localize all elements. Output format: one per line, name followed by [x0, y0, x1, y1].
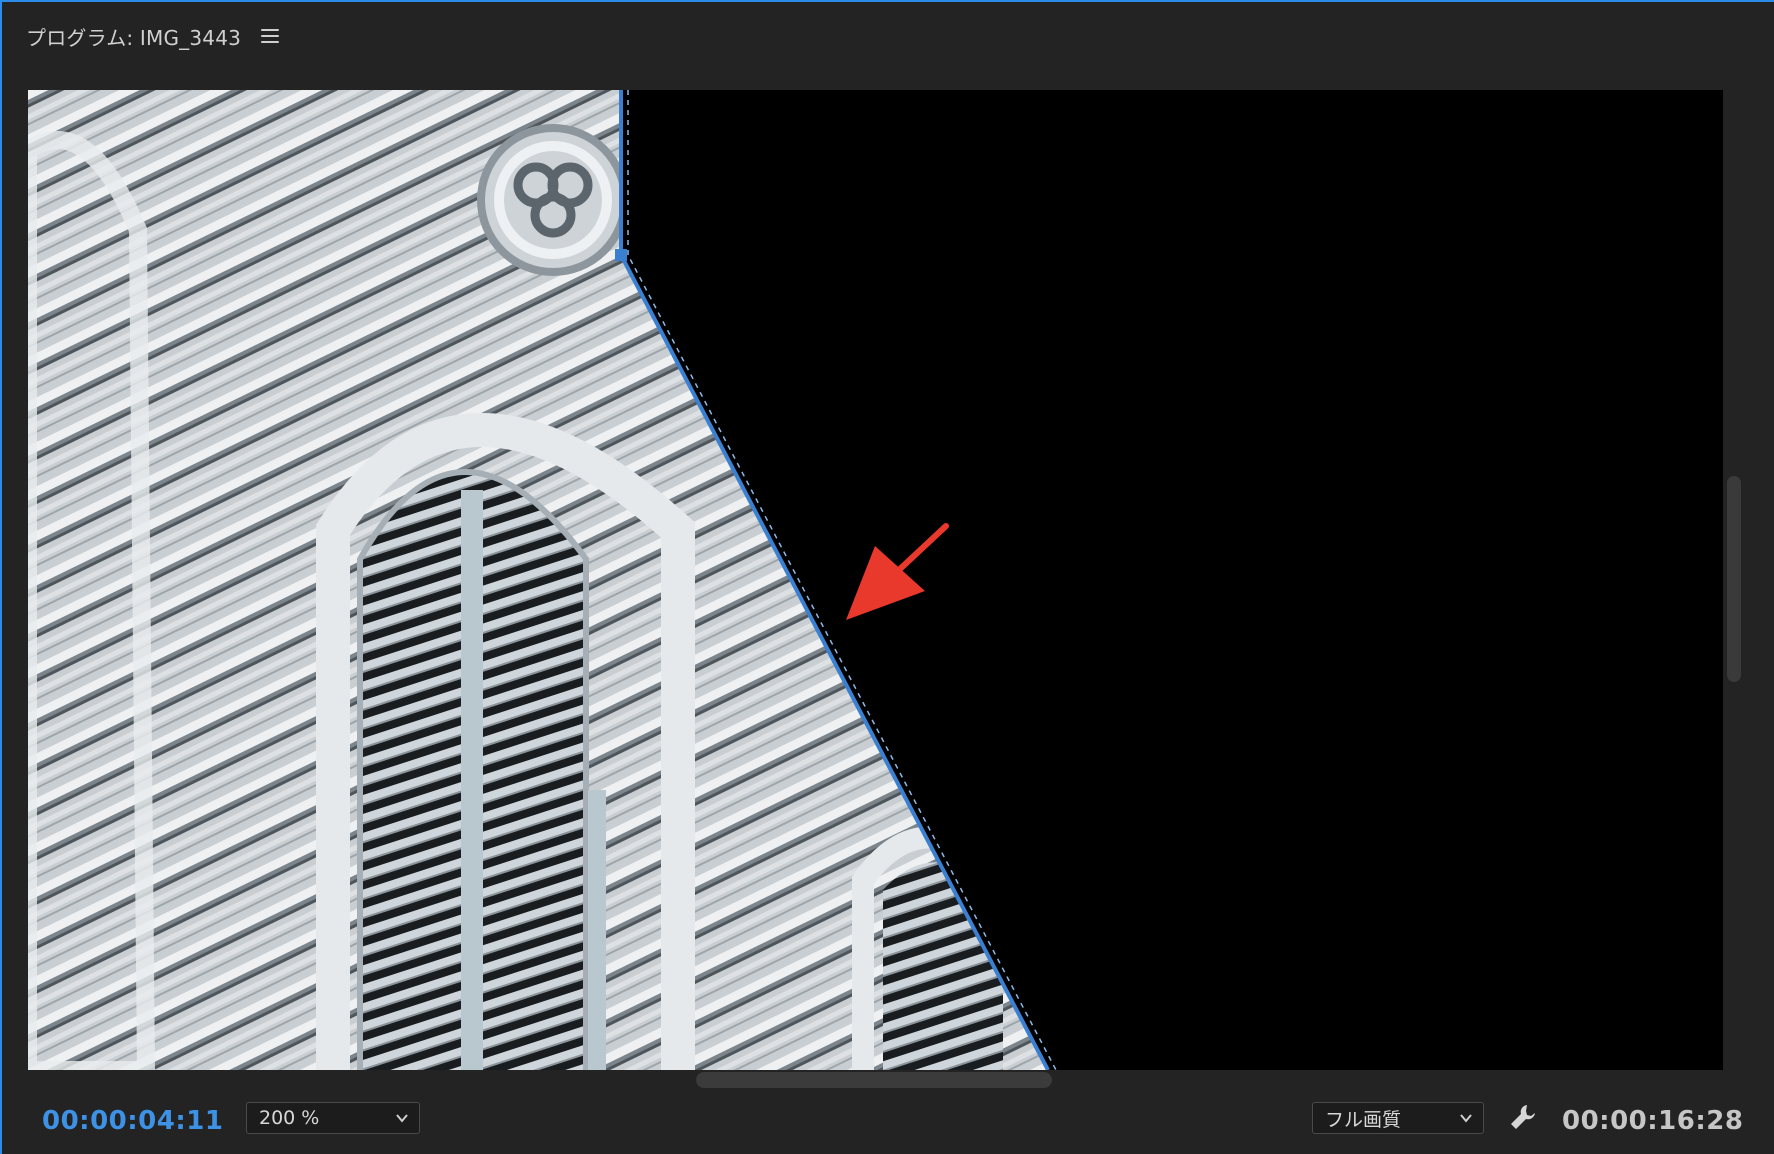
horizontal-scrollbar-thumb[interactable] [696, 1072, 1052, 1088]
zoom-level-select[interactable]: 200 % [246, 1102, 420, 1134]
red-arrow-icon [846, 523, 949, 620]
vertical-scrollbar-thumb[interactable] [1727, 476, 1741, 682]
chevron-down-icon [396, 1114, 408, 1123]
playback-quality-value: フル画質 [1325, 1108, 1402, 1131]
panel-header: プログラム: IMG_3443 [26, 20, 280, 52]
zoom-level-value: 200 % [259, 1107, 320, 1129]
chevron-down-icon [1460, 1114, 1472, 1123]
hamburger-menu-icon[interactable] [261, 29, 280, 43]
wrench-icon[interactable] [1508, 1102, 1538, 1132]
video-frame-image [28, 90, 1048, 1070]
mask-vertex-handle [615, 249, 627, 261]
duration-timecode: 00:00:16:28 [1562, 1106, 1744, 1136]
playback-quality-select[interactable]: フル画質 [1312, 1102, 1484, 1134]
panel-title: プログラム: IMG_3443 [26, 25, 242, 50]
horizontal-scrollbar[interactable] [28, 1070, 1723, 1090]
vertical-scrollbar[interactable] [1726, 90, 1746, 1070]
current-timecode[interactable]: 00:00:04:11 [42, 1106, 223, 1136]
program-monitor-panel: プログラム: IMG_3443 00:00:04:11 200 % フル画質 0… [0, 0, 1774, 1154]
video-preview[interactable] [28, 90, 1723, 1070]
monitor-footer: 00:00:04:11 200 % フル画質 00:00:16:28 [2, 1098, 1774, 1144]
